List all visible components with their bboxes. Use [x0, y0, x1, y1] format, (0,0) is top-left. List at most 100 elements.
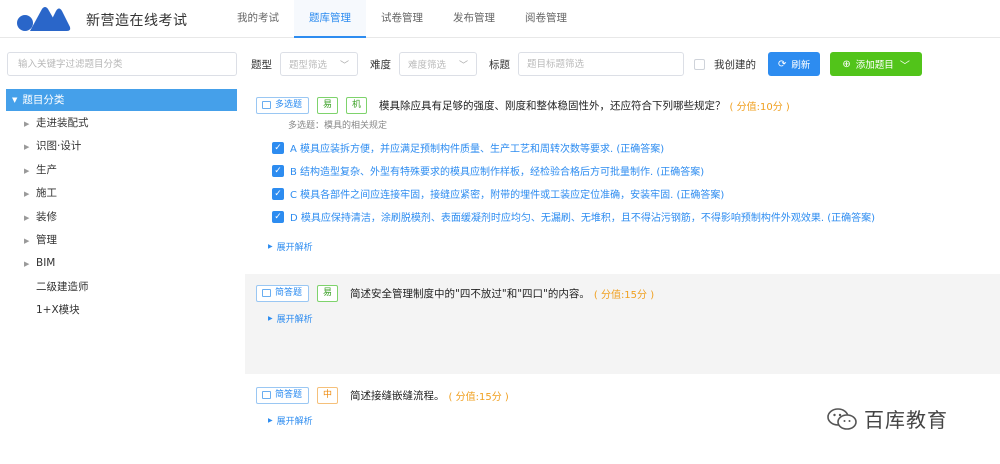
question-type-label: 简答题 — [275, 389, 303, 400]
tree-item-label: 施工 — [36, 187, 57, 200]
checkbox-checked-icon: ✓ — [272, 164, 284, 177]
tree-item-decoration[interactable]: ▶ 装修 — [0, 206, 240, 229]
tree-item-label: 生产 — [36, 163, 57, 176]
question-title: 模具除应具有足够的强度、刚度和整体稳固性外，还应符合下列哪些规定？ — [379, 99, 726, 112]
nav-grading-management[interactable]: 阅卷管理 — [510, 0, 582, 38]
add-question-label: 添加题目 — [855, 60, 894, 71]
filter-bar: 题型 题型筛选 ﹀ 难度 难度筛选 ﹀ 标题 我创建的 ⟳ 刷新 ⊕ 添加题目 ﹀ — [251, 52, 922, 76]
question-card: 多选题 易 机 模具除应具有足够的强度、刚度和整体稳固性外，还应符合下列哪些规定… — [245, 88, 1000, 274]
caret-right-icon: ▶ — [24, 120, 30, 128]
question-score: ( 分值:15分 ) — [593, 289, 655, 301]
option-text: D 模具应保持清洁，涂刷脱模剂、表面缓凝剂时应均匀、无漏刷、无堆积，且不得沾污钢… — [290, 213, 876, 224]
option-item[interactable]: ✓ A 模具应装拆方便，并应满足预制构件质量、生产工艺和周转次数等要求. (正确答… — [272, 136, 1000, 159]
type-filter-select[interactable]: 题型筛选 ﹀ — [280, 52, 358, 76]
tree-root-question-category[interactable]: ▼ 题目分类 — [6, 89, 237, 111]
tree-item-label: 识图·设计 — [36, 140, 82, 153]
watermark: 百库教育 — [826, 404, 948, 433]
tree-item-design[interactable]: ▶ 识图·设计 — [0, 135, 240, 158]
option-item[interactable]: ✓ C 模具各部件之间应连接牢固，接缝应紧密，附带的埋件或工装应定位准确，安装牢固… — [272, 182, 1000, 205]
refresh-button[interactable]: ⟳ 刷新 — [768, 52, 821, 76]
category-tag: 机 — [346, 96, 368, 114]
tree-item-bim[interactable]: ▶ BIM — [0, 252, 240, 275]
caret-right-icon: ▶ — [268, 243, 273, 250]
option-item[interactable]: ✓ D 模具应保持清洁，涂刷脱模剂、表面缓凝剂时应均匀、无漏刷、无堆积，且不得沾污… — [272, 205, 1000, 228]
checkbox-checked-icon: ✓ — [272, 187, 284, 200]
difficulty-filter-placeholder: 难度筛选 — [408, 60, 447, 71]
main-nav: 我的考试 题库管理 试卷管理 发布管理 阅卷管理 — [222, 0, 582, 38]
tree-item-management[interactable]: ▶ 管理 — [0, 229, 240, 252]
type-filter-label: 题型 — [251, 58, 272, 71]
difficulty-tag: 易 — [317, 284, 339, 302]
caret-right-icon: ▶ — [24, 143, 30, 152]
nav-question-bank[interactable]: 题库管理 — [294, 0, 366, 38]
watermark-text: 百库教育 — [864, 408, 948, 432]
question-type-icon — [262, 391, 271, 399]
category-tree: ▶ 走进装配式 ▶ 识图·设计 ▶ 生产 ▶ 施工 ▶ 装修 ▶ 管理 ▶ BIM ▶二级建造… — [0, 112, 240, 323]
question-title: 简述安全管理制度中的"四不放过"和"四口"的内容。 — [350, 287, 590, 300]
tree-root-label: 题目分类 — [22, 94, 65, 106]
expand-analysis-label: 展开解析 — [276, 243, 313, 253]
caret-right-icon: ▶ — [24, 260, 30, 269]
tree-item-label: BIM — [36, 257, 56, 270]
add-question-button[interactable]: ⊕ 添加题目 ﹀ — [830, 52, 922, 76]
refresh-button-label: 刷新 — [791, 60, 811, 71]
caret-down-icon: ▼ — [12, 96, 18, 104]
question-title: 简述接缝嵌缝流程。 — [350, 389, 445, 402]
nav-publish-management[interactable]: 发布管理 — [438, 0, 510, 38]
question-subtitle: 多选题：模具的相关规定 — [288, 121, 388, 131]
tree-item-label: 管理 — [36, 233, 57, 246]
chevron-down-icon: ﹀ — [458, 60, 468, 71]
logo-icon — [17, 7, 71, 31]
tree-item-label: 走进装配式 — [36, 117, 89, 129]
tree-item-label: 1+X模块 — [36, 304, 80, 317]
tree-item-label: 二级建造师 — [36, 280, 89, 293]
question-type-icon — [262, 101, 271, 109]
caret-right-icon: ▶ — [268, 315, 273, 322]
nav-my-exams[interactable]: 我的考试 — [222, 0, 294, 38]
expand-analysis-label: 展开解析 — [276, 417, 313, 427]
question-type-label: 多选题 — [275, 99, 303, 110]
expand-analysis-link[interactable]: ▶ 展开解析 — [268, 240, 1000, 253]
expand-analysis-label: 展开解析 — [276, 315, 313, 325]
question-type-tag: 多选题 — [256, 96, 310, 114]
tree-item-intro[interactable]: ▶ 走进装配式 — [0, 112, 240, 135]
chevron-down-icon: ﹀ — [899, 60, 910, 72]
difficulty-filter-label: 难度 — [370, 58, 391, 71]
my-created-checkbox[interactable] — [694, 58, 705, 70]
option-text: B 结构造型复杂、外型有特殊要求的模具应制作样板，经检验合格后方可批量制作. (… — [290, 167, 705, 178]
wechat-icon — [827, 407, 857, 430]
checkbox-checked-icon: ✓ — [272, 210, 284, 223]
plus-circle-icon: ⊕ — [842, 58, 851, 70]
question-score: ( 分值:10分 ) — [729, 101, 790, 113]
tree-item-1x-module[interactable]: ▶1+X模块 — [0, 299, 240, 322]
type-filter-placeholder: 题型筛选 — [289, 60, 328, 71]
expand-analysis-link[interactable]: ▶ 展开解析 — [268, 312, 1000, 325]
tree-item-production[interactable]: ▶ 生产 — [0, 159, 240, 182]
category-search-input[interactable] — [7, 52, 237, 76]
question-type-tag: 简答题 — [256, 284, 310, 302]
caret-right-icon: ▶ — [24, 236, 30, 245]
title-filter-label: 标题 — [489, 58, 510, 71]
chevron-down-icon: ﹀ — [339, 60, 349, 71]
tree-item-constructor[interactable]: ▶二级建造师 — [0, 276, 240, 299]
refresh-icon: ⟳ — [778, 58, 787, 70]
caret-right-icon: ▶ — [24, 190, 30, 199]
title-filter-input[interactable] — [518, 52, 684, 76]
option-text: A 模具应装拆方便，并应满足预制构件质量、生产工艺和周转次数等要求. (正确答案… — [290, 144, 665, 155]
option-item[interactable]: ✓ B 结构造型复杂、外型有特殊要求的模具应制作样板，经检验合格后方可批量制作. … — [272, 159, 1000, 182]
top-bar: 新营造在线考试 我的考试 题库管理 试卷管理 发布管理 阅卷管理 — [0, 0, 1000, 38]
question-type-label: 简答题 — [275, 287, 303, 298]
nav-paper-management[interactable]: 试卷管理 — [366, 0, 438, 38]
question-type-icon — [262, 289, 271, 297]
my-created-label: 我创建的 — [714, 58, 756, 71]
option-list: ✓ A 模具应装拆方便，并应满足预制构件质量、生产工艺和周转次数等要求. (正确答… — [256, 136, 1000, 228]
difficulty-tag: 中 — [317, 386, 339, 404]
question-score: ( 分值:15分 ) — [448, 391, 509, 403]
checkbox-checked-icon: ✓ — [272, 141, 284, 154]
question-type-tag: 简答题 — [256, 386, 310, 404]
difficulty-filter-select[interactable]: 难度筛选 ﹀ — [399, 52, 477, 76]
tree-item-construction[interactable]: ▶ 施工 — [0, 182, 240, 205]
tree-item-label: 装修 — [36, 210, 57, 223]
option-text: C 模具各部件之间应连接牢固，接缝应紧密，附带的埋件或工装应定位准确，安装牢固.… — [290, 190, 725, 201]
difficulty-tag: 易 — [317, 96, 339, 114]
